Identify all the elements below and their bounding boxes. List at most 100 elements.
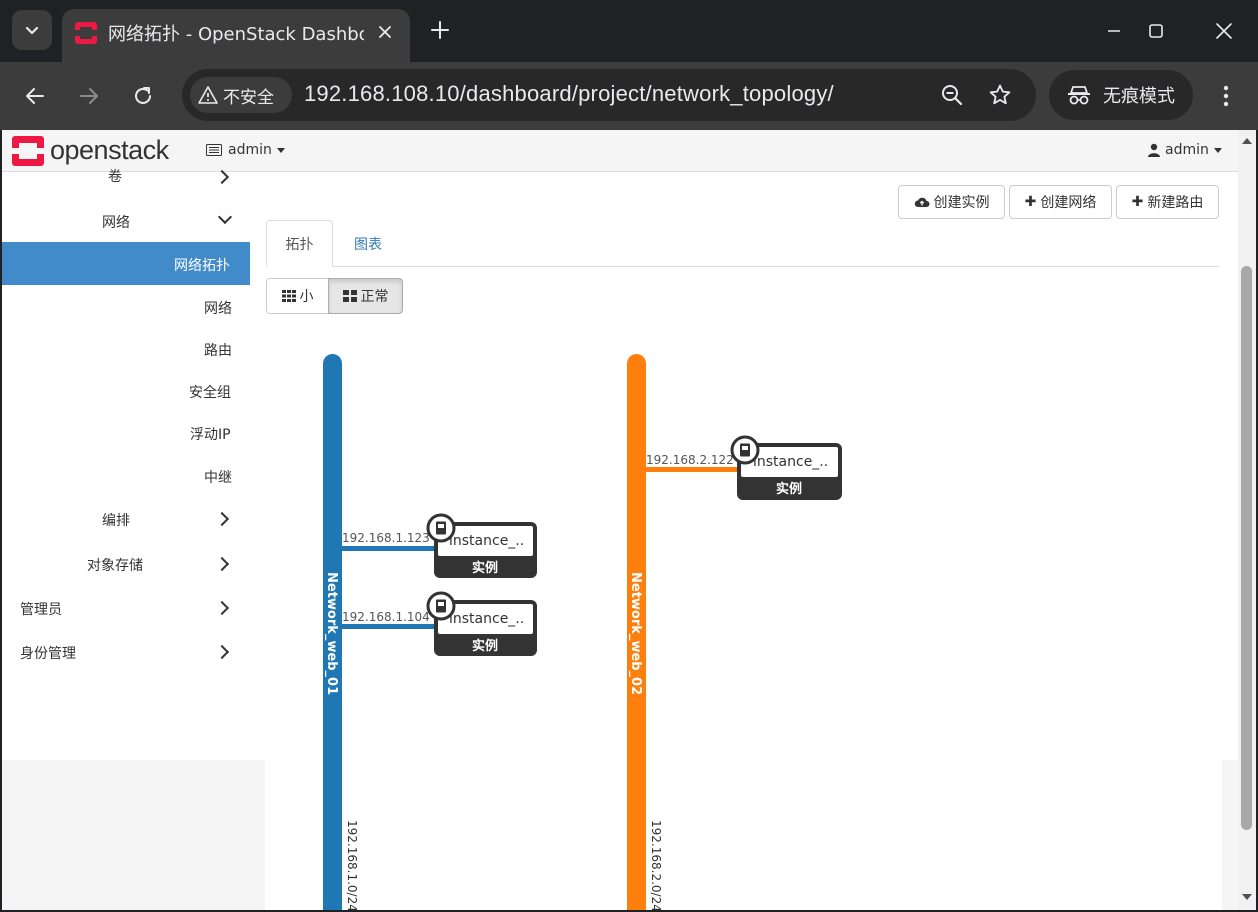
sidebar-item-admin[interactable]: 管理员 xyxy=(20,599,62,619)
sidebar: 卷 网络 网络拓扑 网络 路由 安全组 浮动IP 中继 编排 对象存储 管理员 … xyxy=(2,169,265,760)
scrollbar-thumb[interactable] xyxy=(1241,266,1252,830)
size-normal-button[interactable]: 正常 xyxy=(328,278,403,314)
sidebar-item-network-topology[interactable]: 网络拓扑 xyxy=(174,255,230,275)
sidebar-item-networks[interactable]: 网络 xyxy=(204,298,232,318)
page-viewport: openstack admin admin 卷 网络 网络拓扑 网络 路由 安全… xyxy=(2,130,1238,910)
browser-toolbar: 不安全 192.168.108.10/dashboard/project/net… xyxy=(0,62,1258,130)
scroll-down-arrow-icon[interactable] xyxy=(1242,894,1252,900)
chevron-right-icon xyxy=(214,511,230,527)
openstack-logo[interactable]: openstack xyxy=(12,135,169,166)
sidebar-item-network-group[interactable]: 网络 xyxy=(102,212,130,232)
instance-node[interactable]: 192.168.1.104 instance_.. 实例 xyxy=(342,591,537,656)
page-right-strip xyxy=(1222,760,1238,910)
zoom-out-icon xyxy=(942,85,963,106)
caret-down-icon xyxy=(276,147,285,153)
create-router-button[interactable]: ✚ 新建路由 xyxy=(1116,185,1219,219)
cloud-upload-icon xyxy=(914,197,929,207)
project-label: admin xyxy=(228,142,272,158)
sidebar-item-volumes[interactable]: 卷 xyxy=(108,166,122,186)
user-dropdown[interactable]: admin xyxy=(1148,142,1222,158)
network-cidr-label: 192.168.2.0/24 xyxy=(649,820,663,910)
tab-graph[interactable]: 图表 xyxy=(340,220,396,267)
star-icon xyxy=(989,84,1011,105)
chevron-right-icon xyxy=(214,644,230,660)
more-vertical-icon xyxy=(1223,85,1229,107)
reload-button[interactable] xyxy=(125,78,161,114)
new-tab-button[interactable] xyxy=(424,14,456,46)
reload-icon xyxy=(135,87,151,104)
instance-type-label: 实例 xyxy=(472,638,498,654)
create-instance-label: 创建实例 xyxy=(933,195,990,211)
project-dropdown[interactable]: admin xyxy=(206,142,285,158)
arrow-right-icon xyxy=(80,88,98,104)
logo-text: openstack xyxy=(50,135,169,165)
grid-large-icon xyxy=(342,290,357,302)
network-web-01[interactable]: Network_web_01 192.168.1.0/24 xyxy=(323,354,359,910)
caret-down-icon xyxy=(1213,147,1222,153)
sidebar-item-routers[interactable]: 路由 xyxy=(204,340,232,360)
browser-tab-bar: 网络拓扑 - OpenStack Dashboard xyxy=(0,0,1258,62)
back-button[interactable] xyxy=(17,78,53,114)
zoom-button[interactable] xyxy=(938,81,966,109)
chevron-right-icon xyxy=(214,169,230,185)
openstack-header: openstack admin admin xyxy=(2,130,1238,172)
scroll-up-arrow-icon[interactable] xyxy=(1242,138,1252,144)
forward-button[interactable] xyxy=(71,78,107,114)
network-name-label: Network_web_01 xyxy=(324,572,339,695)
network-name-label: Network_web_02 xyxy=(628,572,643,695)
sidebar-item-identity[interactable]: 身份管理 xyxy=(20,643,76,663)
tab-topology[interactable]: 拓扑 xyxy=(266,220,333,267)
browser-menu-button[interactable] xyxy=(1212,78,1240,114)
network-topology-canvas: Network_web_01 192.168.1.0/24 Network_we… xyxy=(323,354,842,910)
sidebar-item-orchestration[interactable]: 编排 xyxy=(102,510,130,530)
create-router-label: 新建路由 xyxy=(1147,195,1204,211)
user-icon xyxy=(1148,143,1160,157)
size-small-button[interactable]: 小 xyxy=(266,278,329,314)
address-bar[interactable]: 不安全 192.168.108.10/dashboard/project/net… xyxy=(182,69,1036,121)
tab-title: 网络拓扑 - OpenStack Dashboard xyxy=(108,24,364,45)
minimize-button[interactable] xyxy=(1094,14,1134,48)
port-link xyxy=(646,467,738,472)
create-network-button[interactable]: ✚ 创建网络 xyxy=(1009,185,1112,219)
create-instance-button[interactable]: 创建实例 xyxy=(898,185,1005,219)
grid-small-icon xyxy=(281,290,296,302)
arrow-left-icon xyxy=(26,88,44,104)
minimize-icon xyxy=(1108,30,1120,32)
tabs-divider xyxy=(266,266,1219,267)
page-scrollbar[interactable] xyxy=(1238,130,1256,910)
sidebar-item-security-groups[interactable]: 安全组 xyxy=(189,382,231,402)
plus-icon xyxy=(431,21,449,39)
openstack-favicon-icon xyxy=(74,22,98,44)
bookmark-button[interactable] xyxy=(986,81,1014,109)
chevron-down-icon xyxy=(217,209,233,225)
sidebar-item-trunks[interactable]: 中继 xyxy=(204,467,232,487)
security-label: 不安全 xyxy=(223,87,274,108)
port-link xyxy=(342,624,434,629)
close-icon xyxy=(1216,23,1232,39)
instance-node[interactable]: 192.168.1.123 instance_.. 实例 xyxy=(342,513,537,578)
url-text[interactable]: 192.168.108.10/dashboard/project/network… xyxy=(304,81,834,107)
security-indicator[interactable]: 不安全 xyxy=(190,77,292,113)
port-ip-label: 192.168.1.104 xyxy=(342,610,430,624)
chevron-right-icon xyxy=(214,600,230,616)
instance-node[interactable]: 192.168.2.122 instance_.. 实例 xyxy=(646,435,842,500)
tab-search-button[interactable] xyxy=(12,10,52,50)
tab-close-button[interactable] xyxy=(374,21,396,43)
port-ip-label: 192.168.1.123 xyxy=(342,531,430,545)
window-close-button[interactable] xyxy=(1204,14,1244,48)
incognito-indicator[interactable]: 无痕模式 xyxy=(1049,70,1193,120)
sidebar-item-object-store[interactable]: 对象存储 xyxy=(87,555,143,575)
network-web-02[interactable]: Network_web_02 192.168.2.0/24 xyxy=(627,354,663,910)
sidebar-item-floating-ip[interactable]: 浮动IP xyxy=(190,424,231,444)
plus-icon: ✚ xyxy=(1131,194,1144,210)
browser-tab-active[interactable]: 网络拓扑 - OpenStack Dashboard xyxy=(62,9,410,62)
close-icon xyxy=(379,26,391,38)
maximize-icon xyxy=(1149,24,1163,38)
instance-name: instance_.. xyxy=(449,533,524,549)
instance-type-label: 实例 xyxy=(472,560,498,576)
maximize-button[interactable] xyxy=(1136,14,1176,48)
network-cidr-label: 192.168.1.0/24 xyxy=(345,820,359,910)
plus-icon: ✚ xyxy=(1024,194,1037,210)
size-toggle-group: 小 正常 xyxy=(266,278,403,314)
port-ip-label: 192.168.2.122 xyxy=(646,453,734,467)
